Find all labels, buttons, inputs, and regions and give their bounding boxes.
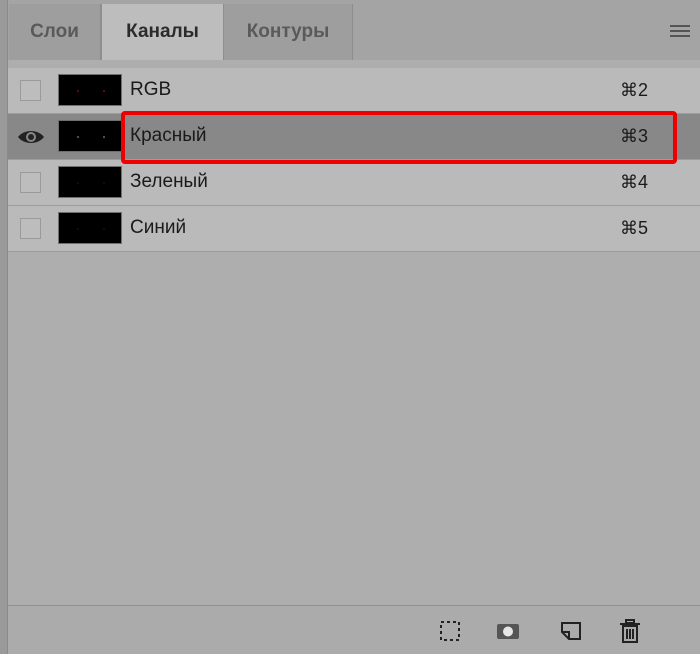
- channel-name: RGB: [130, 79, 172, 100]
- visibility-toggle[interactable]: [20, 218, 41, 239]
- channel-thumbnail: [58, 120, 122, 152]
- tab-bar: Слои Каналы Контуры: [8, 0, 700, 60]
- panel-edge: [0, 0, 8, 654]
- channel-name: Красный: [130, 125, 207, 146]
- tab-channels[interactable]: Каналы: [101, 4, 224, 60]
- channel-thumbnail: [58, 166, 122, 198]
- visibility-toggle[interactable]: [20, 80, 41, 101]
- channel-thumbnail: [58, 212, 122, 244]
- new-channel-icon[interactable]: [559, 619, 583, 643]
- channel-shortcut: ⌘4: [619, 172, 648, 192]
- channel-row-red[interactable]: Красный ⌘3: [8, 114, 700, 160]
- mask-icon[interactable]: [496, 619, 520, 643]
- dotted-selection-icon[interactable]: [438, 619, 462, 643]
- panel-menu-icon[interactable]: [670, 25, 690, 39]
- panel-footer: [8, 605, 700, 654]
- tab-layers[interactable]: Слои: [9, 4, 101, 60]
- channel-row-green[interactable]: Зеленый ⌘4: [8, 160, 700, 206]
- channel-shortcut: ⌘2: [619, 80, 648, 100]
- channel-thumbnail: [58, 74, 122, 106]
- visibility-toggle[interactable]: [20, 172, 41, 193]
- channel-name: Синий: [130, 217, 187, 238]
- trash-icon[interactable]: [618, 619, 642, 643]
- channel-name: Зеленый: [130, 171, 208, 192]
- channel-row-blue[interactable]: Синий ⌘5: [8, 206, 700, 252]
- channels-panel: Слои Каналы Контуры RGB ⌘2 Красный ⌘3 Зе…: [0, 0, 700, 654]
- channel-shortcut: ⌘3: [619, 126, 648, 146]
- channel-shortcut: ⌘5: [619, 218, 648, 238]
- channel-row-rgb[interactable]: RGB ⌘2: [8, 68, 700, 114]
- channel-list: RGB ⌘2 Красный ⌘3 Зеленый ⌘4 Синий ⌘5: [8, 60, 700, 605]
- eye-icon[interactable]: [16, 128, 46, 146]
- tab-paths[interactable]: Контуры: [224, 4, 353, 60]
